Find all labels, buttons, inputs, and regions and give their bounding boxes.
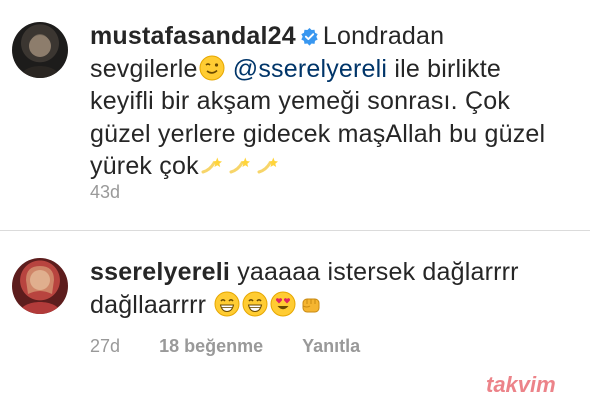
wink-emoji-icon	[199, 55, 225, 80]
avatar-photo-icon	[18, 266, 62, 314]
post-username[interactable]: mustafasandal24	[90, 22, 296, 50]
dizzy-emoji-icon	[257, 157, 278, 174]
post-text-line4: güzel yerlere gidecek maşAllah bu güzel	[90, 119, 546, 148]
post-timestamp[interactable]: 43d	[90, 182, 120, 202]
post-text-line2b: ile birlikte	[394, 54, 501, 83]
verified-badge-icon	[301, 27, 318, 46]
mention-link[interactable]: @sserelyereli	[233, 55, 387, 83]
dizzy-emoji-icon	[201, 157, 222, 174]
reply-username[interactable]: sserelyereli	[90, 258, 230, 286]
watermark-logo: takvim	[486, 372, 556, 397]
comment-divider	[0, 230, 590, 231]
reply-text-line2: dağllaarrrr	[90, 290, 207, 319]
dizzy-emoji-icon	[229, 157, 250, 174]
post-text-line3: keyifli bir akşam yemeği sonrası. Çok	[90, 87, 511, 115]
reply-meta: 27d 18 beğenme Yanıtla	[90, 336, 394, 357]
grin-emoji-icon	[214, 291, 240, 316]
post-meta: 43d	[90, 182, 154, 203]
reply-button[interactable]: Yanıtla	[302, 336, 360, 356]
post-text-line5: yürek çok	[90, 152, 199, 180]
post-text-line1: Londradan	[322, 22, 445, 50]
post-text-line2: sevgilerle	[90, 54, 198, 83]
avatar[interactable]	[12, 22, 68, 78]
avatar-photo-icon	[20, 35, 60, 78]
reply-text-line1: yaaaaa istersek dağlarrrr	[237, 258, 519, 286]
avatar[interactable]	[12, 258, 68, 314]
grin-emoji-icon	[242, 291, 268, 316]
reply-timestamp[interactable]: 27d	[90, 336, 120, 356]
post-caption: mustafasandal24 Londradan sevgilerle @sse…	[90, 20, 570, 183]
likes-count-link[interactable]: 18 beğenme	[159, 336, 263, 356]
heart-eyes-emoji-icon	[270, 291, 296, 316]
fist-emoji-icon	[302, 298, 320, 312]
reply-comment: sserelyereli yaaaaa istersek dağlarrrr d…	[90, 256, 570, 321]
